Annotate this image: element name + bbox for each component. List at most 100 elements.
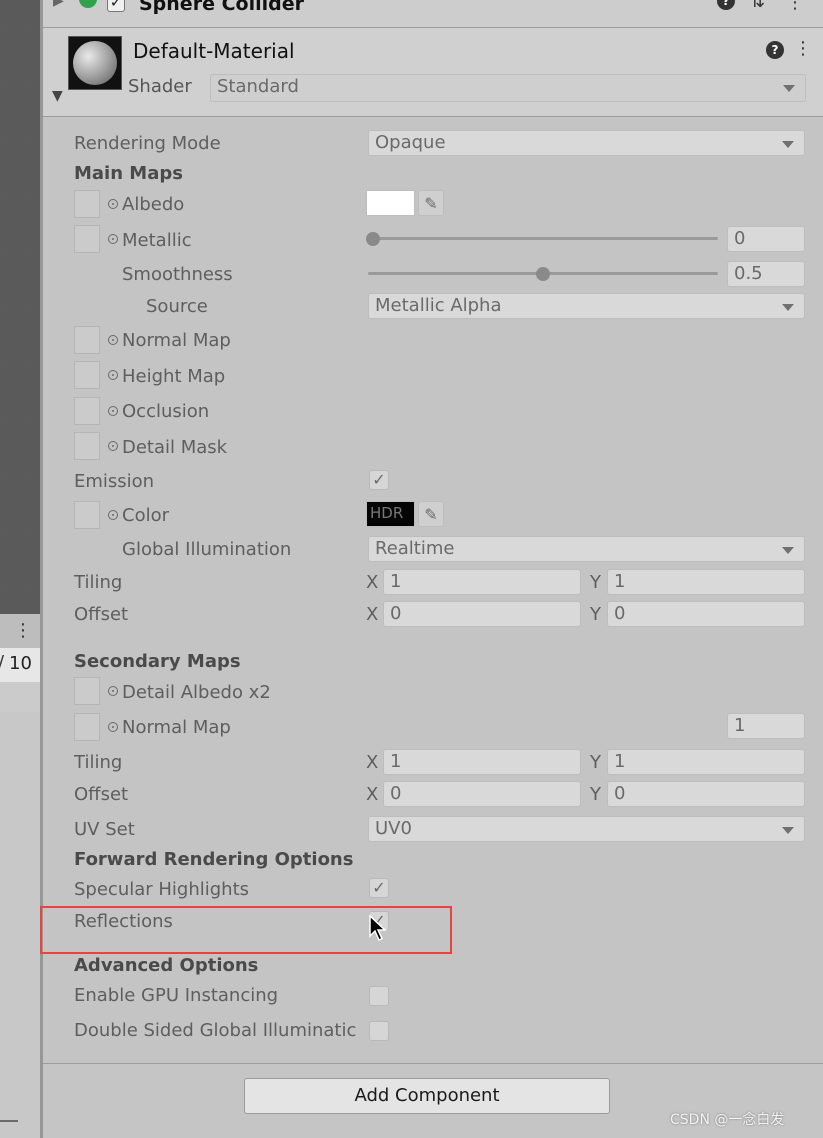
eyedropper-icon[interactable]: ✎ xyxy=(418,501,444,527)
uv-set-dropdown[interactable]: UV0 xyxy=(368,816,805,842)
detail-normal-map-texture-slot[interactable] xyxy=(74,713,100,741)
object-picker-icon[interactable] xyxy=(108,406,118,416)
source-dropdown[interactable]: Metallic Alpha xyxy=(368,293,805,319)
checkmark-icon: ✓ xyxy=(372,878,386,897)
detail-normal-scale-field[interactable]: 1 xyxy=(727,713,805,739)
eyedropper-icon[interactable]: ✎ xyxy=(418,190,444,216)
height-map-texture-slot[interactable] xyxy=(74,361,100,389)
metallic-value: 0 xyxy=(734,228,746,249)
divider xyxy=(43,1063,823,1064)
secondary-maps-heading: Secondary Maps xyxy=(74,651,241,672)
object-picker-icon[interactable] xyxy=(108,234,118,244)
object-picker-icon[interactable] xyxy=(108,722,118,732)
help-icon[interactable]: ? xyxy=(717,0,735,10)
context-menu-icon[interactable]: ⋮ xyxy=(794,38,812,59)
component-enabled-checkbox[interactable]: ✓ xyxy=(107,0,125,12)
smoothness-value: 0.5 xyxy=(734,263,763,284)
rendering-mode-dropdown[interactable]: Opaque xyxy=(368,130,805,156)
detail-mask-texture-slot[interactable] xyxy=(74,432,100,460)
detail-mask-label: Detail Mask xyxy=(122,437,228,458)
hdr-tag: HDR xyxy=(370,504,404,522)
secondary-tiling-y-label: Y xyxy=(590,752,601,773)
secondary-tiling-x-field[interactable]: 1 xyxy=(383,749,581,775)
tiling-x-value: 1 xyxy=(390,571,402,592)
source-value: Metallic Alpha xyxy=(375,295,502,316)
detail-normal-scale-value: 1 xyxy=(734,715,746,736)
object-picker-icon[interactable] xyxy=(108,686,118,696)
highlight-box xyxy=(40,906,452,954)
albedo-texture-slot[interactable] xyxy=(74,190,100,218)
rendering-mode-label: Rendering Mode xyxy=(74,133,221,154)
foldout-arrow-icon[interactable]: ▶ xyxy=(53,0,64,9)
material-foldout-icon[interactable]: ▼ xyxy=(52,88,63,104)
secondary-offset-y-value: 0 xyxy=(614,783,626,804)
emission-color-swatch[interactable]: HDR xyxy=(366,501,415,527)
occlusion-texture-slot[interactable] xyxy=(74,397,100,425)
smoothness-slider-handle[interactable] xyxy=(536,267,550,281)
secondary-offset-x-field[interactable]: 0 xyxy=(383,781,581,807)
scene-view-strip xyxy=(0,0,40,614)
metallic-slider-handle[interactable] xyxy=(366,232,380,246)
divider xyxy=(0,1120,18,1122)
detail-normal-map-label: Normal Map xyxy=(122,717,231,738)
gpu-instancing-checkbox[interactable] xyxy=(369,986,389,1006)
chevron-down-icon xyxy=(782,547,794,554)
shader-dropdown[interactable]: Standard xyxy=(210,74,806,102)
secondary-offset-x-label: X xyxy=(366,784,379,805)
shader-label: Shader xyxy=(128,76,192,97)
help-icon[interactable]: ? xyxy=(766,41,784,59)
tiling-y-label: Y xyxy=(590,572,601,593)
advanced-options-heading: Advanced Options xyxy=(74,955,259,976)
hierarchy-row xyxy=(0,682,40,712)
shader-value: Standard xyxy=(217,76,299,97)
secondary-offset-y-field[interactable]: 0 xyxy=(607,781,805,807)
smoothness-value-field[interactable]: 0.5 xyxy=(727,261,805,287)
metallic-slider-track[interactable] xyxy=(368,237,718,240)
double-sided-gi-checkbox[interactable] xyxy=(369,1021,389,1041)
checkmark-icon: ✓ xyxy=(372,470,386,489)
hierarchy-row[interactable]: 10 / xyxy=(0,648,40,683)
object-picker-icon[interactable] xyxy=(108,335,118,345)
main-maps-heading: Main Maps xyxy=(74,163,183,184)
detail-albedo-texture-slot[interactable] xyxy=(74,677,100,705)
chevron-down-icon xyxy=(782,827,794,834)
object-picker-icon[interactable] xyxy=(108,199,118,209)
emission-label: Emission xyxy=(74,471,155,492)
offset-x-label: X xyxy=(366,604,379,625)
chevron-down-icon xyxy=(782,304,794,311)
metallic-value-field[interactable]: 0 xyxy=(727,226,805,252)
secondary-tiling-label: Tiling xyxy=(74,752,123,773)
sphere-collider-header[interactable]: ▶ ✓ Sphere Collider ? ⇅ ⋮ xyxy=(43,0,823,28)
height-map-label: Height Map xyxy=(122,366,226,387)
rendering-mode-value: Opaque xyxy=(375,132,446,153)
smoothness-label: Smoothness xyxy=(122,264,233,285)
specular-highlights-checkbox[interactable]: ✓ xyxy=(369,878,389,898)
panel-menu-icon[interactable]: ⋮ xyxy=(14,620,32,641)
offset-y-field[interactable]: 0 xyxy=(607,601,805,627)
count-label: 10 xyxy=(9,653,32,674)
emission-texture-slot[interactable] xyxy=(74,501,100,529)
context-menu-icon[interactable]: ⋮ xyxy=(786,0,804,13)
metallic-texture-slot[interactable] xyxy=(74,225,100,253)
global-illumination-label: Global Illumination xyxy=(122,539,292,560)
global-illumination-value: Realtime xyxy=(375,538,455,559)
offset-x-value: 0 xyxy=(390,603,402,624)
secondary-tiling-y-value: 1 xyxy=(614,751,626,772)
tiling-x-field[interactable]: 1 xyxy=(383,569,581,595)
object-picker-icon[interactable] xyxy=(108,370,118,380)
emission-checkbox[interactable]: ✓ xyxy=(369,470,389,490)
object-picker-icon[interactable] xyxy=(108,510,118,520)
tiling-y-field[interactable]: 1 xyxy=(607,569,805,595)
global-illumination-dropdown[interactable]: Realtime xyxy=(368,536,805,562)
preset-icon[interactable]: ⇅ xyxy=(750,0,765,12)
secondary-tiling-y-field[interactable]: 1 xyxy=(607,749,805,775)
add-component-label: Add Component xyxy=(354,1085,500,1106)
object-picker-icon[interactable] xyxy=(108,441,118,451)
visibility-slash-icon: / xyxy=(0,652,4,673)
normal-map-texture-slot[interactable] xyxy=(74,326,100,354)
add-component-button[interactable]: Add Component xyxy=(244,1078,610,1114)
gpu-instancing-label: Enable GPU Instancing xyxy=(74,985,279,1006)
offset-x-field[interactable]: 0 xyxy=(383,601,581,627)
material-header: ▼ Default-Material ? ⋮ Shader Standard xyxy=(43,28,823,117)
albedo-color-swatch[interactable] xyxy=(366,190,415,216)
